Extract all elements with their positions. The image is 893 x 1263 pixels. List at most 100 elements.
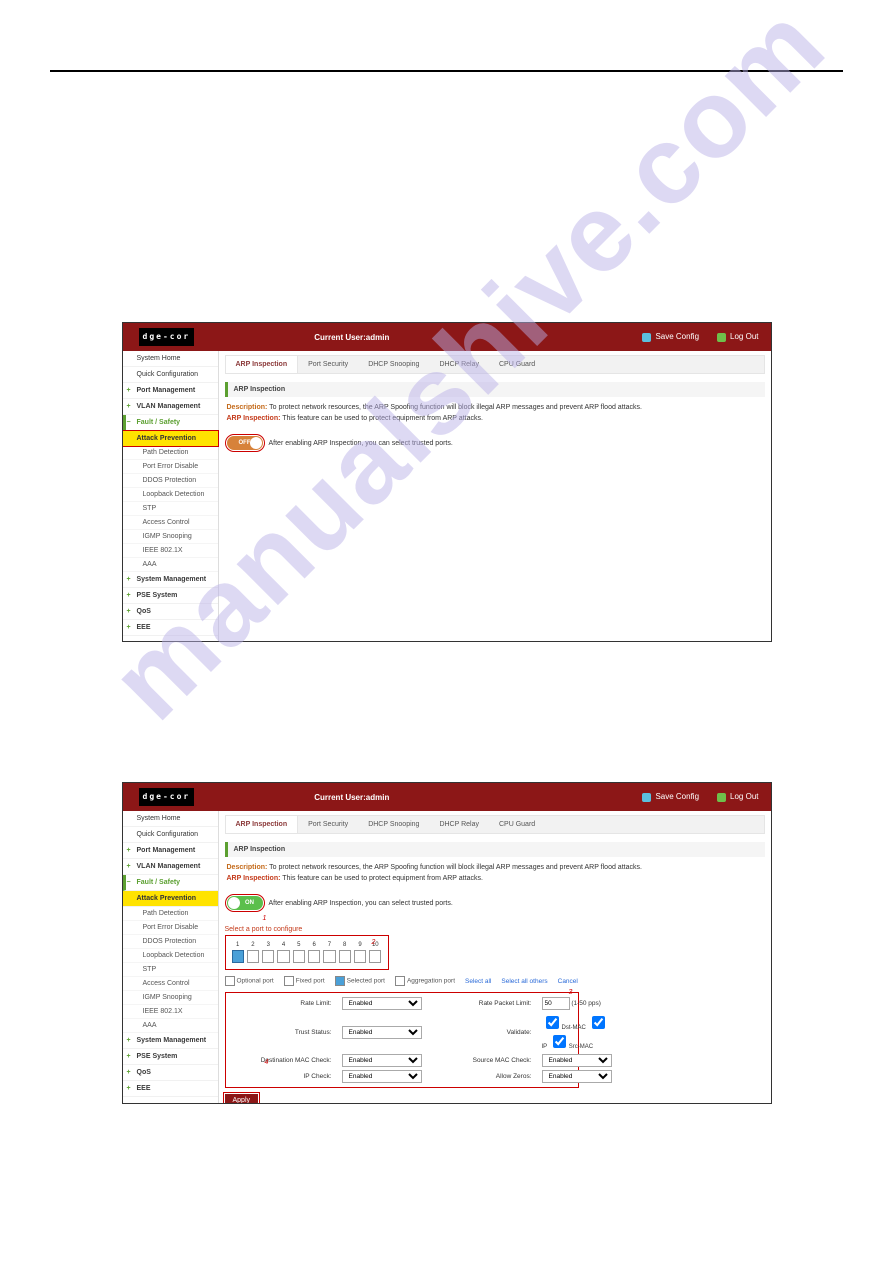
sidebar-item-igmp-snooping[interactable]: IGMP Snooping: [123, 991, 218, 1005]
arp-toggle-off[interactable]: OFF: [227, 436, 263, 450]
port-9[interactable]: [354, 950, 366, 963]
sidebar-item-port-management[interactable]: +Port Management: [123, 383, 218, 399]
dst-mac-select[interactable]: Enabled: [342, 1054, 422, 1067]
tab-dhcp-snooping[interactable]: DHCP Snooping: [358, 356, 429, 373]
logout-link[interactable]: Log Out: [717, 332, 758, 341]
port-6[interactable]: [308, 950, 320, 963]
tab-dhcp-relay[interactable]: DHCP Relay: [429, 816, 489, 833]
sidebar-item-eee[interactable]: +EEE: [123, 1081, 218, 1097]
sidebar-item-quick-config[interactable]: Quick Configuration: [123, 367, 218, 383]
description-block: Description: To protect network resource…: [225, 857, 765, 890]
sidebar-item-system-management[interactable]: +System Management: [123, 1033, 218, 1049]
expand-icon: +: [127, 847, 135, 854]
sidebar-item-system-management[interactable]: +System Management: [123, 572, 218, 588]
sidebar-item-port-management[interactable]: +Port Management: [123, 843, 218, 859]
tab-arp-inspection[interactable]: ARP Inspection: [226, 816, 299, 833]
port-1[interactable]: [232, 950, 244, 963]
port-3[interactable]: [262, 950, 274, 963]
sidebar-item-stp[interactable]: STP: [123, 502, 218, 516]
collapse-icon: −: [127, 879, 135, 886]
port-numbers: 12345678910: [232, 942, 382, 948]
port-4[interactable]: [277, 950, 289, 963]
expand-icon: +: [127, 592, 135, 599]
sidebar-item-pse-system[interactable]: +PSE System: [123, 1049, 218, 1065]
sidebar-item-system-home[interactable]: System Home: [123, 351, 218, 367]
sidebar-item-qos[interactable]: +QoS: [123, 1065, 218, 1081]
sidebar-item-pse-system[interactable]: +PSE System: [123, 588, 218, 604]
sidebar-item-port-error-disable[interactable]: Port Error Disable: [123, 460, 218, 474]
select-all-others-link[interactable]: Select all others: [501, 978, 547, 985]
tab-dhcp-snooping[interactable]: DHCP Snooping: [358, 816, 429, 833]
apply-button[interactable]: Apply: [225, 1094, 259, 1104]
sidebar-item-system-home[interactable]: System Home: [123, 811, 218, 827]
sidebar-item-quick-config[interactable]: Quick Configuration: [123, 827, 218, 843]
tab-arp-inspection[interactable]: ARP Inspection: [226, 356, 299, 373]
sidebar-item-aaa[interactable]: AAA: [123, 558, 218, 572]
trust-status-select[interactable]: Enabled: [342, 1026, 422, 1039]
sidebar-item-loopback-detection[interactable]: Loopback Detection: [123, 949, 218, 963]
header-bar: dge-cor Current User:admin Save Config L…: [123, 783, 771, 811]
sidebar-item-path-detection[interactable]: Path Detection: [123, 907, 218, 921]
main-panel: ARP Inspection Port Security DHCP Snoopi…: [219, 811, 771, 1103]
sidebar-item-fault-safety[interactable]: −Fault / Safety: [123, 875, 218, 891]
logout-link[interactable]: Log Out: [717, 792, 758, 801]
select-all-link[interactable]: Select all: [465, 978, 491, 985]
sidebar-item-attack-prevention[interactable]: Attack Prevention: [122, 430, 219, 447]
src-mac-checkbox[interactable]: [553, 1035, 566, 1048]
sidebar: System Home Quick Configuration +Port Ma…: [123, 351, 219, 641]
port-7[interactable]: [323, 950, 335, 963]
screenshot-1: dge-cor Current User:admin Save Config L…: [122, 322, 772, 642]
callout-1: 1: [263, 915, 267, 922]
trust-status-label: Trust Status:: [232, 1029, 332, 1036]
sidebar-item-port-error-disable[interactable]: Port Error Disable: [123, 921, 218, 935]
panel-title: ARP Inspection: [225, 842, 765, 857]
src-mac-select[interactable]: Enabled: [542, 1054, 612, 1067]
sidebar-item-loopback-detection[interactable]: Loopback Detection: [123, 488, 218, 502]
sidebar-item-vlan-management[interactable]: +VLAN Management: [123, 859, 218, 875]
tab-cpu-guard[interactable]: CPU Guard: [489, 816, 545, 833]
sidebar-item-ieee-8021x[interactable]: IEEE 802.1X: [123, 1005, 218, 1019]
sidebar-item-fault-safety[interactable]: −Fault / Safety: [123, 415, 218, 431]
sidebar-item-access-control[interactable]: Access Control: [123, 516, 218, 530]
arp-inspection-label: ARP Inspection:: [227, 415, 281, 422]
expand-icon: +: [127, 624, 135, 631]
sidebar-item-ddos-protection[interactable]: DDOS Protection: [123, 474, 218, 488]
port-legend: Optional port Fixed port Selected port A…: [225, 976, 765, 986]
sidebar-item-ieee-8021x[interactable]: IEEE 802.1X: [123, 544, 218, 558]
tab-cpu-guard[interactable]: CPU Guard: [489, 356, 545, 373]
dst-mac-checkbox[interactable]: [546, 1016, 559, 1029]
arp-toggle-on[interactable]: ON: [227, 896, 263, 910]
header-bar: dge-cor Current User:admin Save Config L…: [123, 323, 771, 351]
save-config-link[interactable]: Save Config: [642, 792, 699, 801]
sidebar-item-igmp-snooping[interactable]: IGMP Snooping: [123, 530, 218, 544]
logo: dge-cor: [139, 788, 195, 806]
sidebar-item-eee[interactable]: +EEE: [123, 620, 218, 636]
expand-icon: +: [127, 608, 135, 615]
rate-packet-limit-input[interactable]: [542, 997, 570, 1010]
tab-port-security[interactable]: Port Security: [298, 356, 358, 373]
tab-port-security[interactable]: Port Security: [298, 816, 358, 833]
ip-check-select[interactable]: Enabled: [342, 1070, 422, 1083]
port-5[interactable]: [293, 950, 305, 963]
ip-checkbox[interactable]: [592, 1016, 605, 1029]
sidebar-item-qos[interactable]: +QoS: [123, 604, 218, 620]
cancel-link[interactable]: Cancel: [558, 978, 578, 985]
save-icon: [642, 793, 651, 802]
allow-zeros-select[interactable]: Enabled: [542, 1070, 612, 1083]
sidebar-item-access-control[interactable]: Access Control: [123, 977, 218, 991]
save-config-link[interactable]: Save Config: [642, 332, 699, 341]
sidebar-item-attack-prevention[interactable]: Attack Prevention: [123, 891, 218, 907]
sidebar-item-ddos-protection[interactable]: DDOS Protection: [123, 935, 218, 949]
sidebar-item-stp[interactable]: STP: [123, 963, 218, 977]
sidebar-item-path-detection[interactable]: Path Detection: [123, 446, 218, 460]
sidebar-item-aaa[interactable]: AAA: [123, 1019, 218, 1033]
panel-title: ARP Inspection: [225, 382, 765, 397]
port-2[interactable]: [247, 950, 259, 963]
rate-limit-select[interactable]: Enabled: [342, 997, 422, 1010]
port-8[interactable]: [339, 950, 351, 963]
port-10[interactable]: [369, 950, 381, 963]
tab-dhcp-relay[interactable]: DHCP Relay: [429, 356, 489, 373]
sidebar-item-vlan-management[interactable]: +VLAN Management: [123, 399, 218, 415]
callout-4: 4: [265, 1059, 269, 1066]
toggle-hint: After enabling ARP Inspection, you can s…: [269, 900, 453, 907]
